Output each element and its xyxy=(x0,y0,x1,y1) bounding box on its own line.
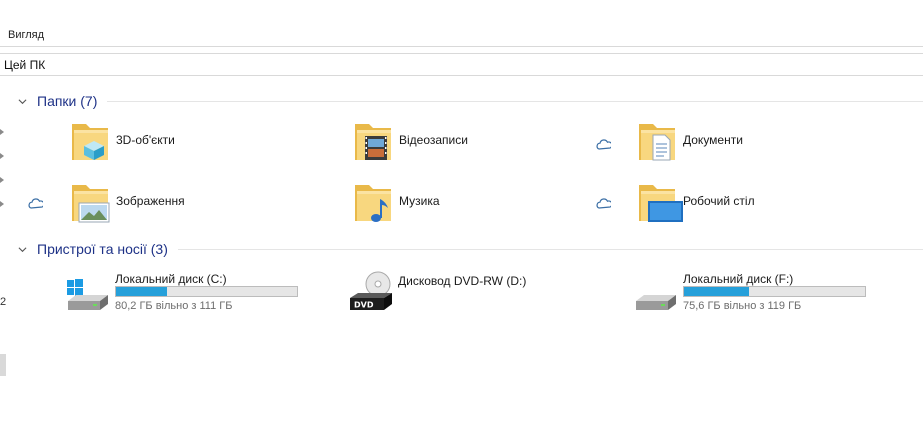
folder-item-music[interactable]: Музика xyxy=(353,181,613,233)
svg-text:DVD: DVD xyxy=(354,301,374,310)
chevron-down-icon[interactable] xyxy=(18,97,27,106)
group-header-folders[interactable]: Папки (7) xyxy=(18,93,923,109)
cloud-sync-icon xyxy=(596,139,611,150)
group-header-devices[interactable]: Пристрої та носії (3) xyxy=(18,241,923,257)
drive-item-f[interactable]: Локальний диск (F:) 75,6 ГБ вільно з 119… xyxy=(634,268,904,318)
drive-name: Дисковод DVD-RW (D:) xyxy=(398,274,527,288)
folder-label: Відеозаписи xyxy=(399,133,468,147)
folder-label: Зображення xyxy=(116,194,185,208)
drive-free-space: 75,6 ГБ вільно з 119 ГБ xyxy=(683,300,802,312)
dvd-drive-icon: DVD xyxy=(350,271,392,310)
drive-name: Локальний диск (F:) xyxy=(683,272,794,286)
videos-folder-icon xyxy=(355,124,391,160)
chevron-down-icon[interactable] xyxy=(18,245,27,254)
folder-label: Документи xyxy=(683,133,743,147)
folder-item-documents[interactable]: Документи xyxy=(637,120,897,172)
pictures-folder-icon xyxy=(72,185,110,223)
documents-folder-icon xyxy=(639,124,675,161)
folder-label: 3D-об'єкти xyxy=(116,133,175,147)
3d-objects-folder-icon xyxy=(72,124,108,160)
expand-arrow-icon[interactable] xyxy=(0,129,4,135)
address-path[interactable]: Цей ПК xyxy=(4,58,45,72)
nav-pane-selected-item[interactable] xyxy=(0,354,6,376)
folder-label: Робочий стіл xyxy=(683,194,755,208)
drive-item-d[interactable]: DVD Дисковод DVD-RW (D:) xyxy=(349,270,619,320)
group-title: Папки (7) xyxy=(37,93,98,109)
group-title: Пристрої та носії (3) xyxy=(37,241,168,257)
folder-item-pictures[interactable]: Зображення xyxy=(70,181,330,233)
drive-usage-bar xyxy=(115,286,298,297)
address-bar[interactable] xyxy=(0,53,923,76)
group-divider xyxy=(177,248,923,250)
ribbon xyxy=(0,0,923,46)
desktop-folder-icon xyxy=(639,185,683,222)
folder-label: Музика xyxy=(399,194,440,208)
drive-usage-fill xyxy=(684,287,750,296)
drive-free-space: 80,2 ГБ вільно з 111 ГБ xyxy=(115,300,233,312)
drive-usage-fill xyxy=(116,287,167,296)
nav-pane-text: 2 xyxy=(0,296,7,308)
group-divider xyxy=(107,100,923,102)
ribbon-divider xyxy=(0,46,923,47)
drive-name: Локальний диск (C:) xyxy=(115,272,227,286)
drive-item-c[interactable]: Локальний диск (C:) 80,2 ГБ вільно з 111… xyxy=(66,268,336,318)
windows-drive-icon xyxy=(67,279,108,310)
ribbon-tab-view[interactable]: Вигляд xyxy=(8,29,44,41)
cloud-sync-icon xyxy=(28,198,43,209)
expand-arrow-icon[interactable] xyxy=(0,153,4,159)
navigation-pane: 2 xyxy=(0,76,9,443)
folder-item-videos[interactable]: Відеозаписи xyxy=(353,120,613,172)
folder-item-3d-objects[interactable]: 3D-об'єкти xyxy=(70,120,330,172)
music-folder-icon xyxy=(355,185,391,222)
folder-item-desktop[interactable]: Робочий стіл xyxy=(637,181,897,233)
expand-arrow-icon[interactable] xyxy=(0,177,4,183)
expand-arrow-icon[interactable] xyxy=(0,201,4,207)
hard-drive-icon xyxy=(636,295,676,310)
cloud-sync-icon xyxy=(596,198,611,209)
drive-usage-bar xyxy=(683,286,866,297)
